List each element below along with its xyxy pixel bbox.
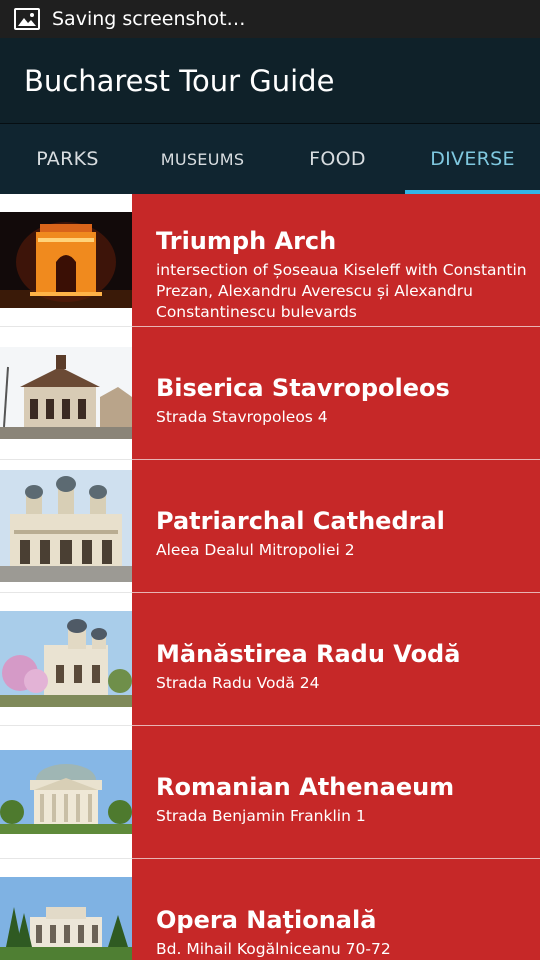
list-item[interactable]: Romanian Athenaeum Strada Benjamin Frank… — [0, 726, 540, 859]
place-address: Strada Benjamin Franklin 1 — [156, 807, 366, 825]
tab-food[interactable]: FOOD — [270, 124, 405, 194]
list-item[interactable]: Patriarchal Cathedral Aleea Dealul Mitro… — [0, 460, 540, 593]
place-card: Opera Națională Bd. Mihail Kogălniceanu … — [132, 859, 540, 960]
place-name: Biserica Stavropoleos — [156, 374, 450, 402]
place-photo — [0, 194, 132, 327]
tab-bar: PARKS MUSEUMS FOOD DIVERSE — [0, 124, 540, 194]
place-address: Aleea Dealul Mitropoliei 2 — [156, 541, 355, 559]
place-card: Biserica Stavropoleos Strada Stavropoleo… — [132, 327, 540, 460]
action-bar: Bucharest Tour Guide — [0, 38, 540, 124]
place-photo — [0, 726, 132, 859]
place-name: Triumph Arch — [156, 227, 337, 255]
place-card: Mănăstirea Radu Vodă Strada Radu Vodă 24 — [132, 593, 540, 726]
place-card: Patriarchal Cathedral Aleea Dealul Mitro… — [132, 460, 540, 593]
list-item[interactable]: Opera Națională Bd. Mihail Kogălniceanu … — [0, 859, 540, 960]
status-text: Saving screenshot… — [52, 8, 246, 30]
list-item[interactable]: Biserica Stavropoleos Strada Stavropoleo… — [0, 327, 540, 460]
place-name: Opera Națională — [156, 906, 377, 934]
image-icon — [14, 8, 40, 30]
place-address: Bd. Mihail Kogălniceanu 70-72 — [156, 940, 391, 958]
app-title: Bucharest Tour Guide — [24, 63, 335, 98]
place-card: Romanian Athenaeum Strada Benjamin Frank… — [132, 726, 540, 859]
tab-museums[interactable]: MUSEUMS — [135, 124, 270, 194]
place-photo — [0, 593, 132, 726]
place-name: Romanian Athenaeum — [156, 773, 455, 801]
places-list[interactable]: Triumph Arch intersection of Șoseaua Kis… — [0, 194, 540, 960]
place-address: Strada Stavropoleos 4 — [156, 408, 328, 426]
list-item[interactable]: Mănăstirea Radu Vodă Strada Radu Vodă 24 — [0, 593, 540, 726]
place-address: Strada Radu Vodă 24 — [156, 674, 320, 692]
tab-diverse[interactable]: DIVERSE — [405, 124, 540, 194]
tab-parks[interactable]: PARKS — [0, 124, 135, 194]
place-photo — [0, 859, 132, 960]
list-item[interactable]: Triumph Arch intersection of Șoseaua Kis… — [0, 194, 540, 327]
status-bar: Saving screenshot… — [0, 0, 540, 38]
place-photo — [0, 460, 132, 593]
place-card: Triumph Arch intersection of Șoseaua Kis… — [132, 194, 540, 327]
place-name: Patriarchal Cathedral — [156, 507, 445, 535]
place-photo — [0, 327, 132, 460]
place-address: intersection of Șoseaua Kiseleff with Co… — [156, 261, 527, 321]
place-name: Mănăstirea Radu Vodă — [156, 640, 461, 668]
